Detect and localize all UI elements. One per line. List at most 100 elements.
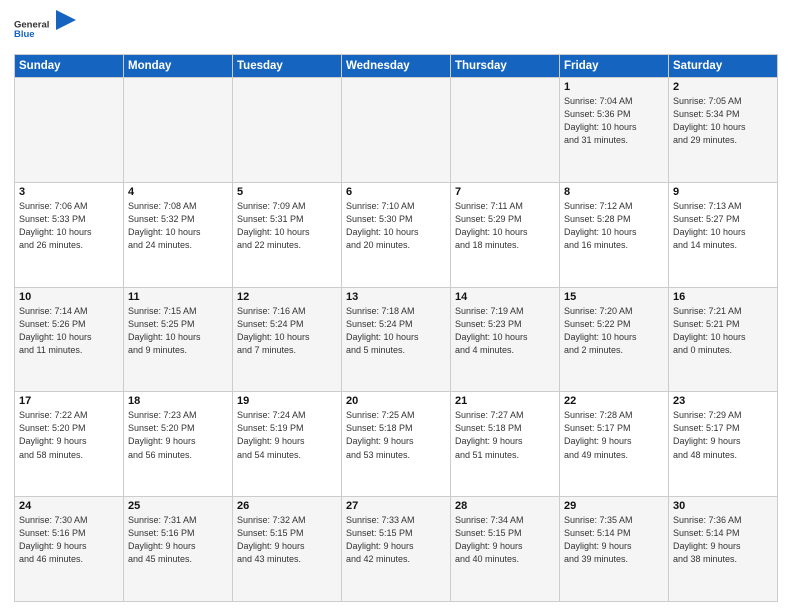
logo-arrow-icon [56, 10, 76, 48]
day-number: 1 [564, 81, 664, 93]
day-number: 15 [564, 291, 664, 303]
day-number: 8 [564, 186, 664, 198]
day-number: 29 [564, 500, 664, 512]
day-number: 4 [128, 186, 228, 198]
day-cell-21: 21 Sunrise: 7:27 AMSunset: 5:18 PMDayligh… [451, 392, 560, 497]
day-info: Sunrise: 7:08 AMSunset: 5:32 PMDaylight:… [128, 200, 228, 252]
day-number: 22 [564, 395, 664, 407]
day-cell-16: 16 Sunrise: 7:21 AMSunset: 5:21 PMDayligh… [669, 287, 778, 392]
day-number: 3 [19, 186, 119, 198]
day-info: Sunrise: 7:25 AMSunset: 5:18 PMDaylight:… [346, 409, 446, 461]
day-info: Sunrise: 7:31 AMSunset: 5:16 PMDaylight:… [128, 514, 228, 566]
day-info: Sunrise: 7:29 AMSunset: 5:17 PMDaylight:… [673, 409, 773, 461]
day-cell-20: 20 Sunrise: 7:25 AMSunset: 5:18 PMDayligh… [342, 392, 451, 497]
calendar-body: 1 Sunrise: 7:04 AMSunset: 5:36 PMDaylight… [15, 78, 778, 602]
day-cell-27: 27 Sunrise: 7:33 AMSunset: 5:15 PMDayligh… [342, 497, 451, 602]
weekday-header-monday: Monday [124, 55, 233, 78]
week-row-2: 3 Sunrise: 7:06 AMSunset: 5:33 PMDaylight… [15, 182, 778, 287]
day-number: 23 [673, 395, 773, 407]
day-number: 20 [346, 395, 446, 407]
day-info: Sunrise: 7:35 AMSunset: 5:14 PMDaylight:… [564, 514, 664, 566]
empty-cell-0-1 [124, 78, 233, 183]
day-info: Sunrise: 7:36 AMSunset: 5:14 PMDaylight:… [673, 514, 773, 566]
day-number: 12 [237, 291, 337, 303]
day-info: Sunrise: 7:33 AMSunset: 5:15 PMDaylight:… [346, 514, 446, 566]
empty-cell-0-3 [342, 78, 451, 183]
day-number: 2 [673, 81, 773, 93]
day-number: 21 [455, 395, 555, 407]
day-number: 27 [346, 500, 446, 512]
day-info: Sunrise: 7:09 AMSunset: 5:31 PMDaylight:… [237, 200, 337, 252]
day-info: Sunrise: 7:24 AMSunset: 5:19 PMDaylight:… [237, 409, 337, 461]
day-info: Sunrise: 7:05 AMSunset: 5:34 PMDaylight:… [673, 95, 773, 147]
day-cell-8: 8 Sunrise: 7:12 AMSunset: 5:28 PMDaylight… [560, 182, 669, 287]
day-info: Sunrise: 7:32 AMSunset: 5:15 PMDaylight:… [237, 514, 337, 566]
day-number: 25 [128, 500, 228, 512]
day-cell-28: 28 Sunrise: 7:34 AMSunset: 5:15 PMDayligh… [451, 497, 560, 602]
day-info: Sunrise: 7:20 AMSunset: 5:22 PMDaylight:… [564, 305, 664, 357]
day-number: 11 [128, 291, 228, 303]
day-cell-22: 22 Sunrise: 7:28 AMSunset: 5:17 PMDayligh… [560, 392, 669, 497]
week-row-1: 1 Sunrise: 7:04 AMSunset: 5:36 PMDaylight… [15, 78, 778, 183]
empty-cell-0-4 [451, 78, 560, 183]
day-cell-5: 5 Sunrise: 7:09 AMSunset: 5:31 PMDaylight… [233, 182, 342, 287]
day-info: Sunrise: 7:12 AMSunset: 5:28 PMDaylight:… [564, 200, 664, 252]
day-info: Sunrise: 7:22 AMSunset: 5:20 PMDaylight:… [19, 409, 119, 461]
day-number: 14 [455, 291, 555, 303]
day-cell-18: 18 Sunrise: 7:23 AMSunset: 5:20 PMDayligh… [124, 392, 233, 497]
day-cell-15: 15 Sunrise: 7:20 AMSunset: 5:22 PMDayligh… [560, 287, 669, 392]
day-cell-7: 7 Sunrise: 7:11 AMSunset: 5:29 PMDaylight… [451, 182, 560, 287]
weekday-header-saturday: Saturday [669, 55, 778, 78]
day-number: 6 [346, 186, 446, 198]
day-number: 26 [237, 500, 337, 512]
week-row-5: 24Sunrise: 7:30 AMSunset: 5:16 PMDayligh… [15, 497, 778, 602]
day-info: Sunrise: 7:23 AMSunset: 5:20 PMDaylight:… [128, 409, 228, 461]
logo-svg: General Blue [14, 10, 52, 48]
day-number: 9 [673, 186, 773, 198]
day-cell-14: 14Sunrise: 7:19 AMSunset: 5:23 PMDayligh… [451, 287, 560, 392]
day-info: Sunrise: 7:11 AMSunset: 5:29 PMDaylight:… [455, 200, 555, 252]
day-cell-13: 13 Sunrise: 7:18 AMSunset: 5:24 PMDayligh… [342, 287, 451, 392]
weekday-header-tuesday: Tuesday [233, 55, 342, 78]
day-cell-4: 4 Sunrise: 7:08 AMSunset: 5:32 PMDaylight… [124, 182, 233, 287]
day-info: Sunrise: 7:16 AMSunset: 5:24 PMDaylight:… [237, 305, 337, 357]
day-cell-17: 17 Sunrise: 7:22 AMSunset: 5:20 PMDayligh… [15, 392, 124, 497]
day-cell-10: 10Sunrise: 7:14 AMSunset: 5:26 PMDayligh… [15, 287, 124, 392]
day-number: 7 [455, 186, 555, 198]
weekday-header-friday: Friday [560, 55, 669, 78]
day-cell-25: 25 Sunrise: 7:31 AMSunset: 5:16 PMDayligh… [124, 497, 233, 602]
week-row-4: 17 Sunrise: 7:22 AMSunset: 5:20 PMDayligh… [15, 392, 778, 497]
calendar-table: SundayMondayTuesdayWednesdayThursdayFrid… [14, 54, 778, 602]
weekday-header-thursday: Thursday [451, 55, 560, 78]
day-info: Sunrise: 7:06 AMSunset: 5:33 PMDaylight:… [19, 200, 119, 252]
day-info: Sunrise: 7:27 AMSunset: 5:18 PMDaylight:… [455, 409, 555, 461]
day-info: Sunrise: 7:18 AMSunset: 5:24 PMDaylight:… [346, 305, 446, 357]
day-cell-24: 24Sunrise: 7:30 AMSunset: 5:16 PMDayligh… [15, 497, 124, 602]
day-number: 10 [19, 291, 119, 303]
day-info: Sunrise: 7:04 AMSunset: 5:36 PMDaylight:… [564, 95, 664, 147]
day-info: Sunrise: 7:15 AMSunset: 5:25 PMDaylight:… [128, 305, 228, 357]
day-number: 16 [673, 291, 773, 303]
day-cell-12: 12 Sunrise: 7:16 AMSunset: 5:24 PMDayligh… [233, 287, 342, 392]
day-cell-19: 19Sunrise: 7:24 AMSunset: 5:19 PMDayligh… [233, 392, 342, 497]
day-number: 18 [128, 395, 228, 407]
day-cell-29: 29 Sunrise: 7:35 AMSunset: 5:14 PMDayligh… [560, 497, 669, 602]
day-number: 17 [19, 395, 119, 407]
day-number: 30 [673, 500, 773, 512]
day-number: 28 [455, 500, 555, 512]
week-row-3: 10Sunrise: 7:14 AMSunset: 5:26 PMDayligh… [15, 287, 778, 392]
day-info: Sunrise: 7:13 AMSunset: 5:27 PMDaylight:… [673, 200, 773, 252]
day-info: Sunrise: 7:34 AMSunset: 5:15 PMDaylight:… [455, 514, 555, 566]
day-info: Sunrise: 7:28 AMSunset: 5:17 PMDaylight:… [564, 409, 664, 461]
day-cell-11: 11 Sunrise: 7:15 AMSunset: 5:25 PMDayligh… [124, 287, 233, 392]
day-number: 13 [346, 291, 446, 303]
day-cell-6: 6Sunrise: 7:10 AMSunset: 5:30 PMDaylight… [342, 182, 451, 287]
page: General Blue SundayMondayTuesdayWednesda… [0, 0, 792, 612]
day-info: Sunrise: 7:30 AMSunset: 5:16 PMDaylight:… [19, 514, 119, 566]
day-number: 5 [237, 186, 337, 198]
day-cell-2: 2 Sunrise: 7:05 AMSunset: 5:34 PMDaylight… [669, 78, 778, 183]
day-cell-9: 9 Sunrise: 7:13 AMSunset: 5:27 PMDaylight… [669, 182, 778, 287]
day-info: Sunrise: 7:21 AMSunset: 5:21 PMDaylight:… [673, 305, 773, 357]
weekday-header-wednesday: Wednesday [342, 55, 451, 78]
weekday-header-sunday: Sunday [15, 55, 124, 78]
